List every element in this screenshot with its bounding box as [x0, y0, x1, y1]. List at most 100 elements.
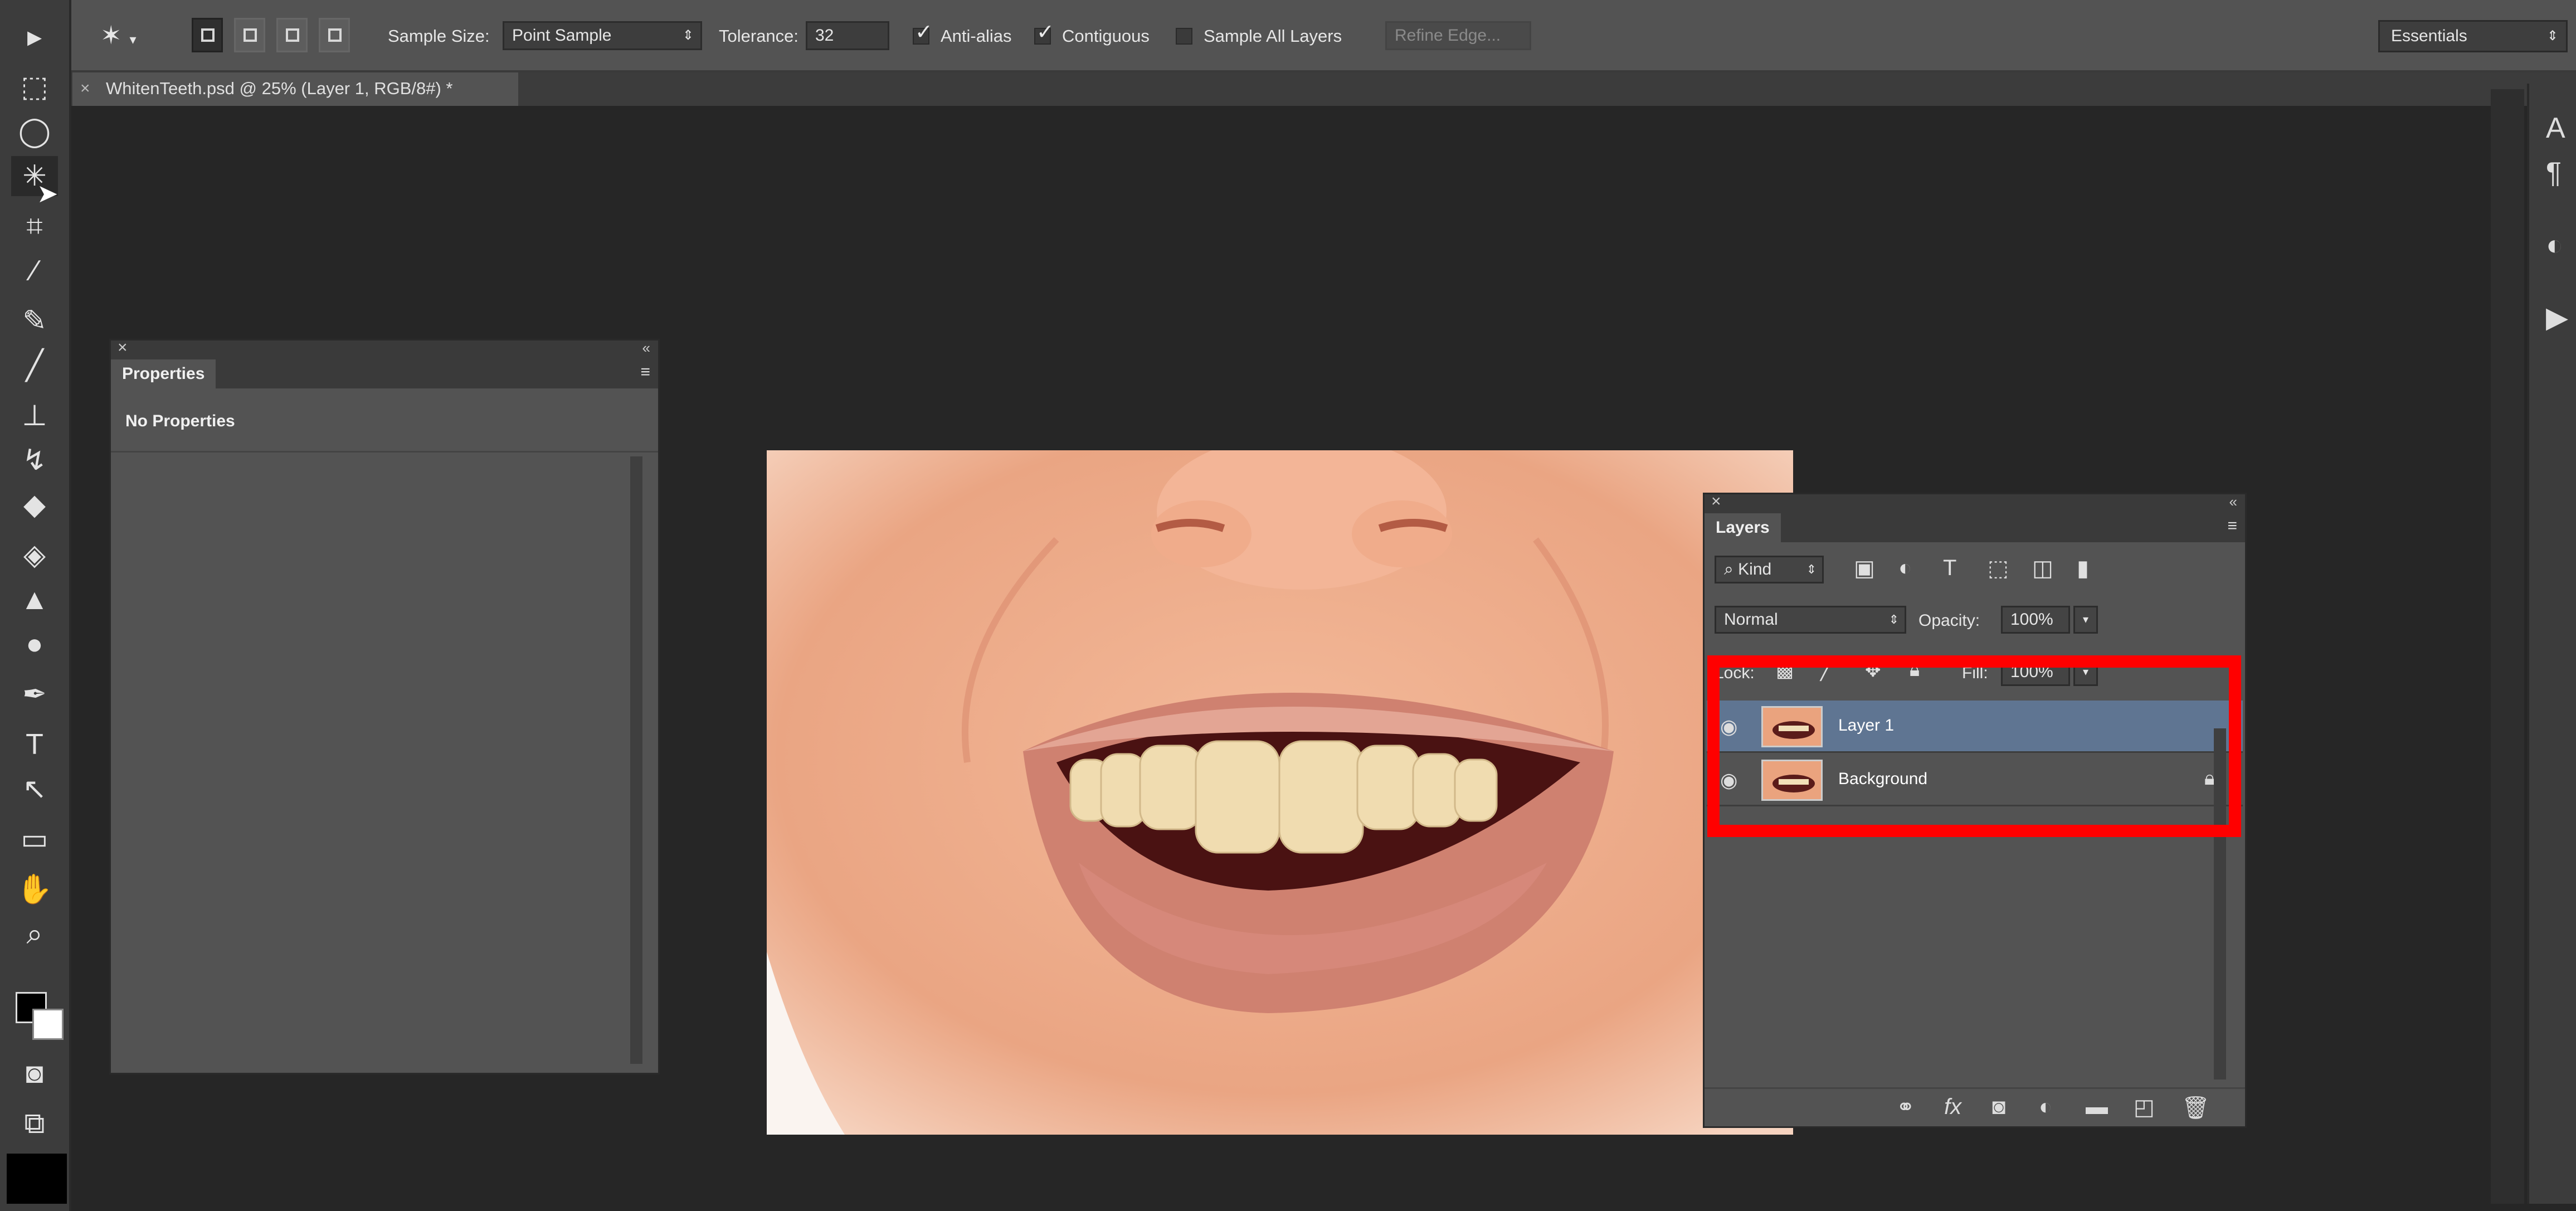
- tool-preset-picker[interactable]: ✶ ▾: [100, 17, 162, 54]
- adjustment-layer-filter-icon[interactable]: ◐: [1898, 556, 1912, 581]
- intersect-selection-button[interactable]: [319, 18, 350, 52]
- clone-stamp-icon[interactable]: ⊥: [11, 396, 58, 436]
- options-bar: ✶ ▾ Sample Size: Point Sample ⇕ Tolerance:…: [0, 0, 2576, 72]
- sample-size-label: Sample Size:: [388, 26, 490, 46]
- filter-toggle-icon[interactable]: ▮: [2077, 556, 2089, 581]
- link-layers-icon[interactable]: ⚭: [1896, 1095, 1915, 1120]
- background-color-swatch[interactable]: [32, 1009, 64, 1040]
- close-icon[interactable]: ×: [1711, 492, 1721, 511]
- panel-title-bar[interactable]: × «: [111, 338, 658, 359]
- blend-row: Normal ⇕ Opacity: 100% ▾: [1715, 604, 2233, 638]
- filter-kind-select[interactable]: ⌕ Kind ⇕: [1715, 556, 1824, 583]
- panel-menu-icon[interactable]: ≡: [640, 363, 650, 382]
- refine-edge-button[interactable]: Refine Edge...: [1385, 21, 1531, 50]
- crop-icon[interactable]: ⌗: [11, 206, 58, 246]
- opacity-value: 100%: [2010, 610, 2053, 629]
- anti-alias-checkbox[interactable]: ✓: [913, 21, 933, 45]
- pixel-layer-filter-icon[interactable]: ▣: [1854, 556, 1875, 581]
- panel-menu-icon[interactable]: ≡: [2227, 517, 2237, 536]
- move-icon[interactable]: ▸: [11, 17, 58, 57]
- sample-size-select[interactable]: Point Sample ⇕: [503, 21, 702, 50]
- new-selection-button[interactable]: [192, 18, 223, 52]
- workspace-switcher[interactable]: Essentials ⇕: [2378, 20, 2568, 52]
- quick-mask-icon[interactable]: ◙: [11, 1053, 58, 1093]
- layer-style-fx-icon[interactable]: fx: [1944, 1095, 1961, 1120]
- lasso-icon[interactable]: ◯: [11, 111, 58, 152]
- document-canvas[interactable]: [767, 450, 1793, 1135]
- eyedropper-icon[interactable]: ⁄: [11, 251, 58, 291]
- workspace-value: Essentials: [2391, 27, 2467, 45]
- properties-panel: × « Properties ≡ No Properties: [109, 338, 660, 1074]
- blur-icon[interactable]: ▲: [11, 580, 58, 620]
- new-layer-icon[interactable]: ◰: [2134, 1095, 2155, 1120]
- brush-icon[interactable]: ╱: [11, 346, 58, 386]
- type-icon[interactable]: T: [11, 724, 58, 765]
- opacity-input[interactable]: 100%: [2001, 606, 2070, 634]
- anti-alias-label: Anti-alias: [941, 26, 1012, 46]
- tolerance-input[interactable]: 32: [806, 21, 889, 50]
- panel-tab-row: Properties ≡: [111, 359, 658, 388]
- paragraph-icon[interactable]: ¶: [2546, 156, 2562, 189]
- smile-photo: [767, 450, 1793, 1135]
- panel-title-bar[interactable]: × «: [1705, 492, 2245, 513]
- no-properties-text: No Properties: [125, 412, 235, 430]
- layers-tab[interactable]: Layers: [1705, 513, 1781, 542]
- properties-tab[interactable]: Properties: [111, 359, 216, 388]
- new-group-icon[interactable]: ▬: [2086, 1095, 2108, 1120]
- character-icon[interactable]: A: [2546, 111, 2565, 145]
- smart-object-filter-icon[interactable]: ◫: [2032, 556, 2053, 581]
- path-selection-icon[interactable]: ↖: [11, 769, 58, 809]
- dock-gutter: [2491, 89, 2524, 1204]
- blend-mode-value: Normal: [1724, 610, 1778, 629]
- contiguous-checkbox[interactable]: ✓: [1034, 21, 1054, 45]
- collapse-icon[interactable]: «: [2229, 493, 2237, 510]
- select-arrows-icon: ⇕: [1888, 612, 1899, 626]
- adjustment-icon[interactable]: ◐: [2546, 228, 2563, 262]
- blend-mode-select[interactable]: Normal ⇕: [1715, 606, 1906, 634]
- healing-brush-icon[interactable]: ✎: [11, 301, 58, 341]
- color-swatches[interactable]: [16, 992, 66, 1042]
- opacity-dropdown-button[interactable]: ▾: [2073, 606, 2098, 634]
- collapse-icon[interactable]: «: [642, 339, 650, 357]
- dodge-icon[interactable]: ●: [11, 624, 58, 664]
- subtract-from-selection-button[interactable]: [276, 18, 308, 52]
- rectangle-icon[interactable]: ▭: [11, 819, 58, 859]
- refine-edge-label: Refine Edge...: [1395, 26, 1501, 45]
- opacity-label: Opacity:: [1918, 611, 1980, 630]
- close-icon[interactable]: ×: [80, 72, 90, 105]
- tools-panel: ▸ ⬚ ◯ ✳ ➤ ⌗ ⁄ ✎ ╱ ⊥ ↯ ◆ ◈ ▲ ● ✒ T ↖ ▭ ✋ …: [0, 0, 71, 1211]
- document-tab[interactable]: × WhitenTeeth.psd @ 25% (Layer 1, RGB/8#…: [72, 72, 518, 106]
- screen-mode-icon[interactable]: ⧉: [11, 1103, 58, 1144]
- type-layer-filter-icon[interactable]: T: [1943, 556, 1956, 581]
- checkmark-icon: ✓: [1036, 21, 1054, 44]
- delete-layer-icon[interactable]: 🗑︎: [2181, 1095, 2210, 1121]
- add-to-selection-button[interactable]: [234, 18, 265, 52]
- sample-size-value: Point Sample: [512, 26, 612, 45]
- tolerance-value: 32: [815, 26, 834, 45]
- divider: [111, 451, 658, 453]
- document-title: WhitenTeeth.psd @ 25% (Layer 1, RGB/8#) …: [106, 79, 453, 98]
- select-arrows-icon: ⇕: [2546, 28, 2558, 43]
- add-mask-icon[interactable]: ◙: [1992, 1095, 2005, 1120]
- search-icon: ⌕: [1724, 560, 1733, 578]
- history-brush-icon[interactable]: ↯: [11, 440, 58, 480]
- toolbar-footer: [7, 1154, 67, 1204]
- filter-kind-value: Kind: [1738, 560, 1772, 578]
- sample-all-layers-checkbox[interactable]: [1176, 28, 1192, 45]
- pen-icon[interactable]: ✒: [11, 674, 58, 714]
- zoom-icon[interactable]: ⌕: [11, 914, 58, 954]
- play-icon[interactable]: ▶: [2546, 301, 2568, 334]
- mouse-cursor-icon: ➤: [37, 179, 59, 208]
- new-adjustment-layer-icon[interactable]: ◐: [2039, 1095, 2052, 1120]
- hand-icon[interactable]: ✋: [11, 869, 58, 910]
- close-icon[interactable]: ×: [118, 338, 128, 357]
- select-arrows-icon: ⇕: [682, 28, 694, 43]
- scrollbar[interactable]: [630, 456, 642, 1064]
- filter-row: ⌕ Kind ⇕ ▣ ◐ T ⬚ ◫ ▮: [1715, 553, 2233, 588]
- layers-panel-footer: ⚭ fx ◙ ◐ ▬ ◰ 🗑︎: [1705, 1087, 2245, 1126]
- shape-layer-filter-icon[interactable]: ⬚: [1988, 556, 2009, 581]
- highlight-box: [1707, 655, 2241, 837]
- paint-bucket-icon[interactable]: ◈: [11, 535, 58, 575]
- marquee-icon[interactable]: ⬚: [11, 67, 58, 107]
- eraser-icon[interactable]: ◆: [11, 485, 58, 525]
